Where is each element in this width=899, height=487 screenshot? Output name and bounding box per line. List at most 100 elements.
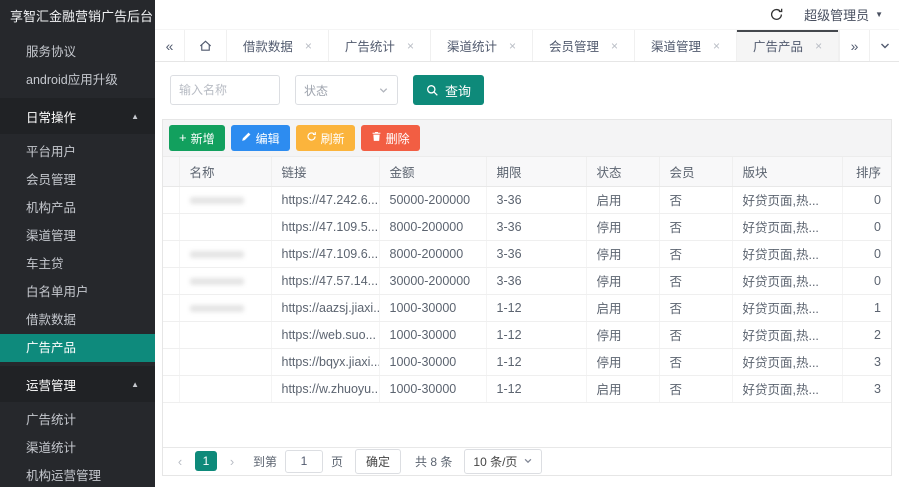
status-select-value: 状态 xyxy=(304,82,328,99)
sidebar-section-label: 日常操作 xyxy=(26,107,76,126)
table-body: https://47.242.6...50000-2000003-36启用否好贷… xyxy=(163,186,891,402)
cell-status: 停用 xyxy=(586,267,659,294)
sidebar-item[interactable]: 广告产品 xyxy=(0,334,155,362)
home-tab[interactable] xyxy=(185,30,227,61)
data-grid: +新增编辑刷新删除 名称链接金额期限状态会员版块排序 https://47.24… xyxy=(162,119,892,476)
cell-amount: 8000-200000 xyxy=(379,213,486,240)
total-count-label: 共 8 条 xyxy=(415,453,452,470)
table-row[interactable]: https://bqyx.jiaxi...1000-300001-12停用否好贷… xyxy=(163,348,891,375)
sidebar-item[interactable]: 借款数据 xyxy=(0,306,155,334)
cell-term: 1-12 xyxy=(486,321,586,348)
table-row[interactable]: https://aazsj.jiaxi...1000-300001-12启用否好… xyxy=(163,294,891,321)
page-unit-label: 页 xyxy=(331,453,343,470)
cell-term: 3-36 xyxy=(486,213,586,240)
cell-selector xyxy=(163,267,179,294)
cell-term: 3-36 xyxy=(486,240,586,267)
user-menu[interactable]: 超级管理员 ▼ xyxy=(804,5,883,24)
tabs-menu-button[interactable] xyxy=(869,30,899,61)
sidebar-section[interactable]: 运营管理▲ xyxy=(0,366,155,402)
tab-close-icon[interactable]: × xyxy=(815,39,822,53)
cell-sort: 0 xyxy=(842,267,891,294)
cell-amount: 50000-200000 xyxy=(379,186,486,213)
tab-close-icon[interactable]: × xyxy=(305,39,312,53)
tab-close-icon[interactable]: × xyxy=(611,39,618,53)
cell-sort: 0 xyxy=(842,213,891,240)
tab[interactable]: 广告统计× xyxy=(329,30,431,61)
sidebar-item[interactable]: 会员管理 xyxy=(0,166,155,194)
tab-close-icon[interactable]: × xyxy=(713,39,720,53)
cell-member: 否 xyxy=(659,375,732,402)
tab[interactable]: 广告产品× xyxy=(737,30,839,61)
name-search-input[interactable] xyxy=(170,75,280,105)
tabs-scroll-right-button[interactable]: » xyxy=(839,30,869,61)
cell-selector xyxy=(163,186,179,213)
sidebar-item[interactable]: 白名单用户 xyxy=(0,278,155,306)
tab[interactable]: 渠道统计× xyxy=(431,30,533,61)
sidebar-item[interactable]: 机构产品 xyxy=(0,194,155,222)
tab-close-icon[interactable]: × xyxy=(407,39,414,53)
header-cell: 链接 xyxy=(271,157,379,186)
status-select[interactable]: 状态 xyxy=(295,75,398,105)
table-row[interactable]: https://47.57.14...30000-2000003-36停用否好贷… xyxy=(163,267,891,294)
search-button[interactable]: 查询 xyxy=(413,75,484,105)
ads-table: 名称链接金额期限状态会员版块排序 https://47.242.6...5000… xyxy=(163,157,891,403)
app-window: 享智汇金融营销广告后台 服务协议android应用升级日常操作▲平台用户会员管理… xyxy=(0,0,899,487)
tab[interactable]: 借款数据× xyxy=(227,30,329,61)
cell-member: 否 xyxy=(659,267,732,294)
cell-link: https://web.suo... xyxy=(271,321,379,348)
sidebar-item[interactable]: 广告统计 xyxy=(0,406,155,434)
sidebar-item[interactable]: 渠道管理 xyxy=(0,222,155,250)
tabs-scroll-left-button[interactable]: « xyxy=(155,30,185,61)
cell-name xyxy=(179,321,271,348)
cell-link: https://47.57.14... xyxy=(271,267,379,294)
sidebar-item[interactable]: 渠道统计 xyxy=(0,434,155,462)
table-header-row: 名称链接金额期限状态会员版块排序 xyxy=(163,157,891,186)
refresh-icon[interactable] xyxy=(769,7,784,22)
table-row[interactable]: https://47.242.6...50000-2000003-36启用否好贷… xyxy=(163,186,891,213)
cell-member: 否 xyxy=(659,213,732,240)
cell-sort: 3 xyxy=(842,348,891,375)
header-cell: 期限 xyxy=(486,157,586,186)
goto-confirm-button[interactable]: 确定 xyxy=(355,449,401,474)
tab-label: 会员管理 xyxy=(549,36,599,55)
tab-close-icon[interactable]: × xyxy=(509,39,516,53)
next-page-button[interactable]: › xyxy=(225,454,239,469)
goto-page-input[interactable] xyxy=(285,450,323,473)
refresh-button[interactable]: 刷新 xyxy=(296,125,355,151)
sidebar-item[interactable]: android应用升级 xyxy=(0,66,155,94)
cell-term: 3-36 xyxy=(486,267,586,294)
delete-button[interactable]: 删除 xyxy=(361,125,420,151)
cell-amount: 1000-30000 xyxy=(379,348,486,375)
cell-amount: 1000-30000 xyxy=(379,375,486,402)
cell-section: 好贷页面,热... xyxy=(732,267,842,294)
sidebar-item[interactable]: 服务协议 xyxy=(0,38,155,66)
pencil-icon xyxy=(241,131,252,145)
edit-button[interactable]: 编辑 xyxy=(231,125,290,151)
table-row[interactable]: https://web.suo...1000-300001-12停用否好贷页面,… xyxy=(163,321,891,348)
cell-link: https://w.zhuoyu... xyxy=(271,375,379,402)
sidebar-section[interactable]: 日常操作▲ xyxy=(0,98,155,134)
prev-page-button[interactable]: ‹ xyxy=(173,454,187,469)
cell-status: 停用 xyxy=(586,240,659,267)
table-row[interactable]: https://47.109.6...8000-2000003-36停用否好贷页… xyxy=(163,240,891,267)
cell-section: 好贷页面,热... xyxy=(732,348,842,375)
cell-status: 启用 xyxy=(586,186,659,213)
tab[interactable]: 会员管理 × xyxy=(533,30,635,61)
table-row[interactable]: https://w.zhuoyu...1000-300001-12启用否好贷页面… xyxy=(163,375,891,402)
sidebar-item[interactable]: 车主贷 xyxy=(0,250,155,278)
table-row[interactable]: https://47.109.5...8000-2000003-36停用否好贷页… xyxy=(163,213,891,240)
page-size-select[interactable]: 10 条/页 xyxy=(464,449,542,474)
tab[interactable]: 渠道管理× xyxy=(635,30,737,61)
sidebar-item[interactable]: 机构运营管理 xyxy=(0,462,155,487)
sidebar-item[interactable]: 平台用户 xyxy=(0,138,155,166)
cell-name xyxy=(179,213,271,240)
cell-amount: 8000-200000 xyxy=(379,240,486,267)
open-tabs: 借款数据×广告统计×渠道统计×会员管理×渠道管理×广告产品× xyxy=(227,30,839,61)
page-size-value: 10 条/页 xyxy=(473,453,517,470)
header-cell: 排序 xyxy=(842,157,891,186)
sidebar: 享智汇金融营销广告后台 服务协议android应用升级日常操作▲平台用户会员管理… xyxy=(0,0,155,487)
add-button[interactable]: +新增 xyxy=(169,125,225,151)
tab-bar: « 借款数据×广告统计×渠道统计×会员管理×渠道管理×广告产品× » xyxy=(155,30,899,62)
page-number-button[interactable]: 1 xyxy=(195,451,217,471)
main-area: 超级管理员 ▼ « 借款数据×广告统计×渠道统计×会员管理×渠道管理×广告产品×… xyxy=(155,0,899,487)
